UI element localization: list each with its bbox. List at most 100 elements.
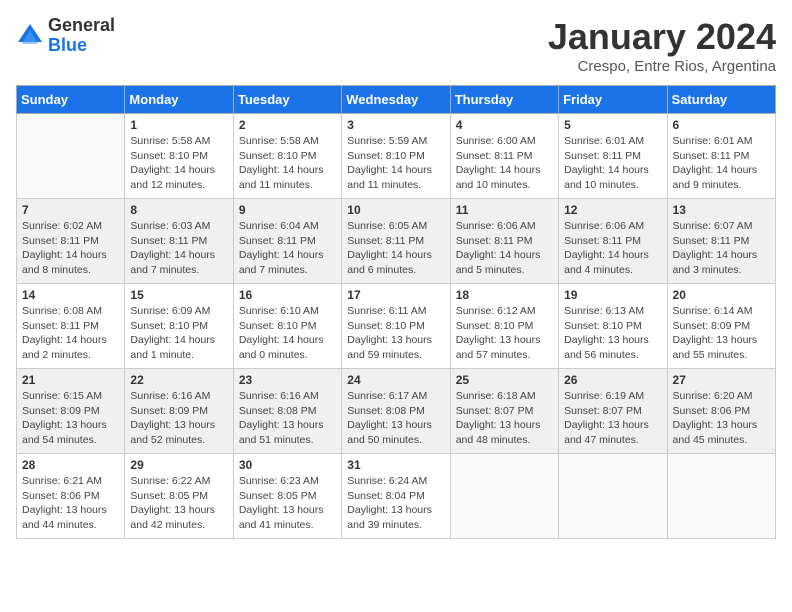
- day-info: Sunrise: 6:22 AMSunset: 8:05 PMDaylight:…: [130, 474, 227, 533]
- calendar-day-cell: [667, 454, 775, 539]
- calendar-day-cell: 4 Sunrise: 6:00 AMSunset: 8:11 PMDaylight…: [450, 114, 558, 199]
- day-number: 19: [564, 288, 661, 302]
- day-info: Sunrise: 5:59 AMSunset: 8:10 PMDaylight:…: [347, 134, 444, 193]
- logo-icon: [16, 22, 44, 50]
- calendar-day-cell: 2 Sunrise: 5:58 AMSunset: 8:10 PMDaylight…: [233, 114, 341, 199]
- day-info: Sunrise: 5:58 AMSunset: 8:10 PMDaylight:…: [239, 134, 336, 193]
- calendar-day-header: Thursday: [450, 86, 558, 114]
- day-number: 24: [347, 373, 444, 387]
- day-number: 11: [456, 203, 553, 217]
- day-info: Sunrise: 6:06 AMSunset: 8:11 PMDaylight:…: [564, 219, 661, 278]
- calendar-day-cell: 29 Sunrise: 6:22 AMSunset: 8:05 PMDayligh…: [125, 454, 233, 539]
- logo-blue-text: Blue: [48, 36, 115, 56]
- day-number: 9: [239, 203, 336, 217]
- calendar-day-cell: 8Sunrise: 6:03 AMSunset: 8:11 PMDaylight…: [125, 199, 233, 284]
- calendar-day-header: Sunday: [17, 86, 125, 114]
- day-info: Sunrise: 6:12 AMSunset: 8:10 PMDaylight:…: [456, 304, 553, 363]
- calendar-day-cell: 16 Sunrise: 6:10 AMSunset: 8:10 PMDayligh…: [233, 284, 341, 369]
- day-number: 29: [130, 458, 227, 472]
- day-number: 23: [239, 373, 336, 387]
- day-info: Sunrise: 6:14 AMSunset: 8:09 PMDaylight:…: [673, 304, 770, 363]
- calendar-day-cell: 27 Sunrise: 6:20 AMSunset: 8:06 PMDayligh…: [667, 369, 775, 454]
- calendar-day-header: Friday: [559, 86, 667, 114]
- day-info: Sunrise: 6:03 AMSunset: 8:11 PMDaylight:…: [130, 219, 227, 278]
- day-number: 25: [456, 373, 553, 387]
- calendar-day-header: Saturday: [667, 86, 775, 114]
- day-number: 12: [564, 203, 661, 217]
- calendar-day-cell: 21Sunrise: 6:15 AMSunset: 8:09 PMDayligh…: [17, 369, 125, 454]
- day-info: Sunrise: 6:07 AMSunset: 8:11 PMDaylight:…: [673, 219, 770, 278]
- day-info: Sunrise: 6:00 AMSunset: 8:11 PMDaylight:…: [456, 134, 553, 193]
- day-info: Sunrise: 6:17 AMSunset: 8:08 PMDaylight:…: [347, 389, 444, 448]
- calendar-day-cell: 5 Sunrise: 6:01 AMSunset: 8:11 PMDaylight…: [559, 114, 667, 199]
- calendar-day-cell: [450, 454, 558, 539]
- calendar-day-cell: 11 Sunrise: 6:06 AMSunset: 8:11 PMDayligh…: [450, 199, 558, 284]
- day-number: 4: [456, 118, 553, 132]
- day-number: 7: [22, 203, 119, 217]
- day-number: 10: [347, 203, 444, 217]
- day-info: Sunrise: 6:06 AMSunset: 8:11 PMDaylight:…: [456, 219, 553, 278]
- day-info: Sunrise: 6:20 AMSunset: 8:06 PMDaylight:…: [673, 389, 770, 448]
- day-number: 5: [564, 118, 661, 132]
- calendar-day-cell: 22Sunrise: 6:16 AMSunset: 8:09 PMDayligh…: [125, 369, 233, 454]
- day-number: 15: [130, 288, 227, 302]
- calendar-day-cell: 6 Sunrise: 6:01 AMSunset: 8:11 PMDaylight…: [667, 114, 775, 199]
- calendar-day-cell: [559, 454, 667, 539]
- day-number: 31: [347, 458, 444, 472]
- day-info: Sunrise: 6:15 AMSunset: 8:09 PMDaylight:…: [22, 389, 119, 448]
- calendar-day-cell: 10 Sunrise: 6:05 AMSunset: 8:11 PMDayligh…: [342, 199, 450, 284]
- day-number: 16: [239, 288, 336, 302]
- day-number: 27: [673, 373, 770, 387]
- day-info: Sunrise: 6:02 AMSunset: 8:11 PMDaylight:…: [22, 219, 119, 278]
- day-info: Sunrise: 6:21 AMSunset: 8:06 PMDaylight:…: [22, 474, 119, 533]
- day-info: Sunrise: 6:23 AMSunset: 8:05 PMDaylight:…: [239, 474, 336, 533]
- day-number: 18: [456, 288, 553, 302]
- page-title: January 2024: [548, 16, 776, 58]
- logo: General Blue: [16, 16, 115, 56]
- calendar-week-row: 7 Sunrise: 6:02 AMSunset: 8:11 PMDaylight…: [17, 199, 776, 284]
- day-number: 26: [564, 373, 661, 387]
- calendar-day-cell: 25 Sunrise: 6:18 AMSunset: 8:07 PMDayligh…: [450, 369, 558, 454]
- calendar-day-cell: 17Sunrise: 6:11 AMSunset: 8:10 PMDayligh…: [342, 284, 450, 369]
- day-info: Sunrise: 5:58 AMSunset: 8:10 PMDaylight:…: [130, 134, 227, 193]
- day-number: 2: [239, 118, 336, 132]
- calendar-day-cell: 3 Sunrise: 5:59 AMSunset: 8:10 PMDaylight…: [342, 114, 450, 199]
- calendar-day-cell: 30Sunrise: 6:23 AMSunset: 8:05 PMDayligh…: [233, 454, 341, 539]
- calendar-day-cell: 15Sunrise: 6:09 AMSunset: 8:10 PMDayligh…: [125, 284, 233, 369]
- calendar-body: 1 Sunrise: 5:58 AMSunset: 8:10 PMDaylight…: [17, 114, 776, 539]
- calendar-header-row: SundayMondayTuesdayWednesdayThursdayFrid…: [17, 86, 776, 114]
- calendar-day-cell: 24 Sunrise: 6:17 AMSunset: 8:08 PMDayligh…: [342, 369, 450, 454]
- day-info: Sunrise: 6:04 AMSunset: 8:11 PMDaylight:…: [239, 219, 336, 278]
- calendar-day-cell: 20 Sunrise: 6:14 AMSunset: 8:09 PMDayligh…: [667, 284, 775, 369]
- page-subtitle: Crespo, Entre Rios, Argentina: [548, 58, 776, 75]
- calendar-week-row: 28Sunrise: 6:21 AMSunset: 8:06 PMDayligh…: [17, 454, 776, 539]
- day-number: 20: [673, 288, 770, 302]
- day-info: Sunrise: 6:10 AMSunset: 8:10 PMDaylight:…: [239, 304, 336, 363]
- calendar-day-cell: 12 Sunrise: 6:06 AMSunset: 8:11 PMDayligh…: [559, 199, 667, 284]
- calendar-day-cell: 31Sunrise: 6:24 AMSunset: 8:04 PMDayligh…: [342, 454, 450, 539]
- calendar-day-cell: 9 Sunrise: 6:04 AMSunset: 8:11 PMDaylight…: [233, 199, 341, 284]
- calendar-day-cell: 23 Sunrise: 6:16 AMSunset: 8:08 PMDayligh…: [233, 369, 341, 454]
- day-number: 1: [130, 118, 227, 132]
- calendar-day-cell: 1 Sunrise: 5:58 AMSunset: 8:10 PMDaylight…: [125, 114, 233, 199]
- day-info: Sunrise: 6:01 AMSunset: 8:11 PMDaylight:…: [673, 134, 770, 193]
- day-number: 3: [347, 118, 444, 132]
- calendar-day-header: Wednesday: [342, 86, 450, 114]
- day-info: Sunrise: 6:01 AMSunset: 8:11 PMDaylight:…: [564, 134, 661, 193]
- day-info: Sunrise: 6:18 AMSunset: 8:07 PMDaylight:…: [456, 389, 553, 448]
- calendar-day-cell: 19Sunrise: 6:13 AMSunset: 8:10 PMDayligh…: [559, 284, 667, 369]
- calendar-day-cell: 18 Sunrise: 6:12 AMSunset: 8:10 PMDayligh…: [450, 284, 558, 369]
- day-info: Sunrise: 6:08 AMSunset: 8:11 PMDaylight:…: [22, 304, 119, 363]
- logo-general-text: General: [48, 16, 115, 36]
- calendar-week-row: 1 Sunrise: 5:58 AMSunset: 8:10 PMDaylight…: [17, 114, 776, 199]
- title-area: January 2024 Crespo, Entre Rios, Argenti…: [548, 16, 776, 75]
- day-info: Sunrise: 6:16 AMSunset: 8:08 PMDaylight:…: [239, 389, 336, 448]
- day-info: Sunrise: 6:05 AMSunset: 8:11 PMDaylight:…: [347, 219, 444, 278]
- day-number: 14: [22, 288, 119, 302]
- day-info: Sunrise: 6:11 AMSunset: 8:10 PMDaylight:…: [347, 304, 444, 363]
- day-number: 6: [673, 118, 770, 132]
- day-number: 13: [673, 203, 770, 217]
- calendar-day-header: Tuesday: [233, 86, 341, 114]
- day-info: Sunrise: 6:19 AMSunset: 8:07 PMDaylight:…: [564, 389, 661, 448]
- day-number: 22: [130, 373, 227, 387]
